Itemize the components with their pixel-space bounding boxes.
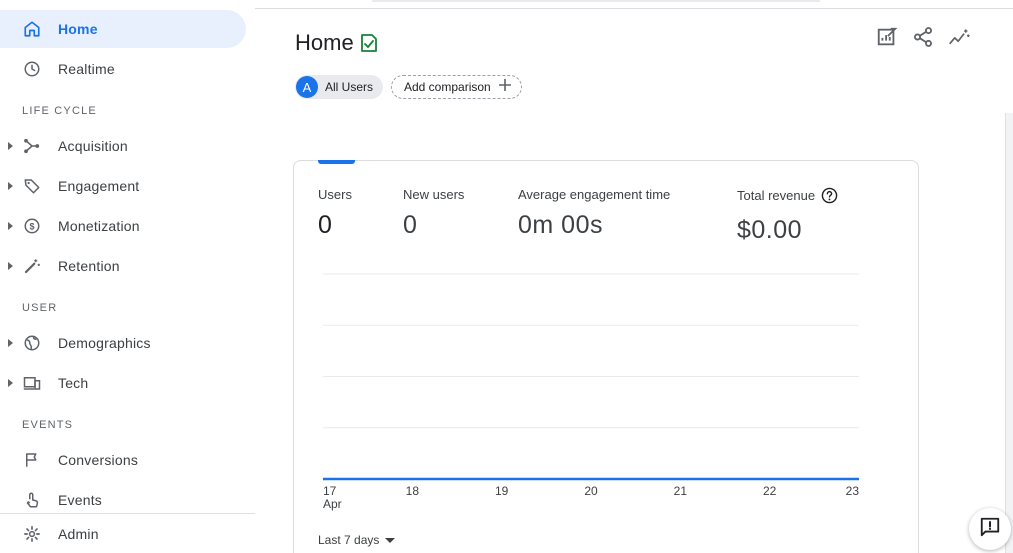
insights-icon[interactable] xyxy=(948,26,970,48)
touch-icon xyxy=(22,490,42,510)
sidebar: Home Realtime LIFE CYCLE Acquisition Eng… xyxy=(0,0,255,553)
chart-x-tick-label: 21 xyxy=(674,484,688,498)
customize-report-icon[interactable] xyxy=(876,26,898,48)
chart-x-tick-label: 18 xyxy=(406,484,420,498)
add-comparison-label: Add comparison xyxy=(404,80,491,94)
metric-value: $0.00 xyxy=(737,216,803,244)
home-icon xyxy=(22,19,42,39)
feedback-button[interactable] xyxy=(969,508,1011,550)
sidebar-item-label: Retention xyxy=(58,258,120,274)
expand-caret-icon xyxy=(8,222,13,230)
devices-icon xyxy=(22,373,42,393)
gear-icon xyxy=(22,524,42,544)
section-label-user: USER xyxy=(22,302,58,314)
sidebar-item-admin[interactable]: Admin xyxy=(0,515,246,553)
dropdown-arrow-icon xyxy=(385,537,396,543)
metric-label: Average engagement time xyxy=(518,187,671,202)
metric-label: Total revenue xyxy=(737,188,816,203)
expand-caret-icon xyxy=(8,379,13,387)
page-title: Home xyxy=(295,30,354,55)
expand-caret-icon xyxy=(8,339,13,347)
users-line-chart: 17 18 19 20 21 22 23 Apr xyxy=(323,273,860,511)
chart-x-tick-label: 22 xyxy=(763,484,777,498)
sidebar-item-home[interactable]: Home xyxy=(0,10,246,48)
share-icon[interactable] xyxy=(912,26,934,48)
plus-icon xyxy=(498,78,511,96)
search-bar-edge[interactable] xyxy=(372,0,820,2)
chart-x-tick-label: 20 xyxy=(584,484,598,498)
globe-icon xyxy=(22,333,42,353)
segment-label: All Users xyxy=(325,80,374,94)
tag-icon xyxy=(22,176,42,196)
segment-avatar: A xyxy=(296,76,318,98)
sidebar-item-acquisition[interactable]: Acquisition xyxy=(0,127,246,165)
sidebar-item-label: Engagement xyxy=(58,178,140,194)
sidebar-item-realtime[interactable]: Realtime xyxy=(0,50,246,88)
feedback-icon xyxy=(979,516,1001,543)
admin-divider xyxy=(0,513,255,514)
metric-label: Users xyxy=(318,187,352,202)
metric-value: 0m 00s xyxy=(518,211,603,239)
sidebar-item-label: Acquisition xyxy=(58,138,128,154)
sidebar-item-label: Tech xyxy=(58,375,89,391)
flag-icon xyxy=(22,450,42,470)
expand-caret-icon xyxy=(8,182,13,190)
acquisition-icon xyxy=(22,136,42,156)
sidebar-item-conversions[interactable]: Conversions xyxy=(0,441,246,479)
verified-report-icon[interactable] xyxy=(360,33,378,58)
sidebar-item-label: Events xyxy=(58,492,102,508)
metric-value: 0 xyxy=(318,211,333,239)
sidebar-item-engagement[interactable]: Engagement xyxy=(0,167,246,205)
date-range-dropdown[interactable]: Last 7 days xyxy=(318,533,396,547)
clock-icon xyxy=(22,59,42,79)
metric-label-row: Total revenue xyxy=(737,187,838,207)
magic-wand-icon xyxy=(22,256,42,276)
sidebar-item-demographics[interactable]: Demographics xyxy=(0,324,246,362)
metric-value: 0 xyxy=(403,211,418,239)
metric-label: New users xyxy=(403,187,465,202)
expand-caret-icon xyxy=(8,142,13,150)
page-actions xyxy=(876,26,970,48)
content-scrollbar[interactable] xyxy=(1005,113,1013,553)
segment-chip-all-users[interactable]: A All Users xyxy=(295,75,383,99)
dollar-circle-icon: $ xyxy=(22,216,42,236)
sidebar-item-tech[interactable]: Tech xyxy=(0,364,246,402)
chart-x-tick-label: 17 xyxy=(323,484,337,498)
date-range-label: Last 7 days xyxy=(318,533,380,547)
metric-total-revenue[interactable]: Total revenue $0.00 xyxy=(737,187,838,245)
sidebar-item-retention[interactable]: Retention xyxy=(0,247,246,285)
sidebar-item-label: Realtime xyxy=(58,61,115,77)
sidebar-item-monetization[interactable]: $ Monetization xyxy=(0,207,246,245)
sidebar-item-label: Monetization xyxy=(58,218,140,234)
section-label-events: EVENTS xyxy=(22,419,74,431)
chart-x-tick-label: 19 xyxy=(495,484,509,498)
svg-text:$: $ xyxy=(29,221,34,231)
section-label-lifecycle: LIFE CYCLE xyxy=(22,105,97,117)
sidebar-item-label: Demographics xyxy=(58,335,151,351)
metric-new-users[interactable]: New users 0 xyxy=(403,187,464,240)
sidebar-item-label: Conversions xyxy=(58,452,139,468)
help-icon[interactable] xyxy=(821,187,838,207)
add-comparison-button[interactable]: Add comparison xyxy=(391,75,522,99)
selected-metric-indicator xyxy=(318,160,355,164)
sidebar-item-label: Home xyxy=(58,21,98,37)
header-divider xyxy=(255,8,1013,9)
metric-users[interactable]: Users 0 xyxy=(318,187,352,240)
metric-average-engagement-time[interactable]: Average engagement time 0m 00s xyxy=(518,187,670,240)
chart-x-tick-label: 23 xyxy=(846,484,860,498)
expand-caret-icon xyxy=(8,262,13,270)
chart-x-tick-sublabel: Apr xyxy=(323,497,342,511)
sidebar-item-label: Admin xyxy=(58,526,99,542)
